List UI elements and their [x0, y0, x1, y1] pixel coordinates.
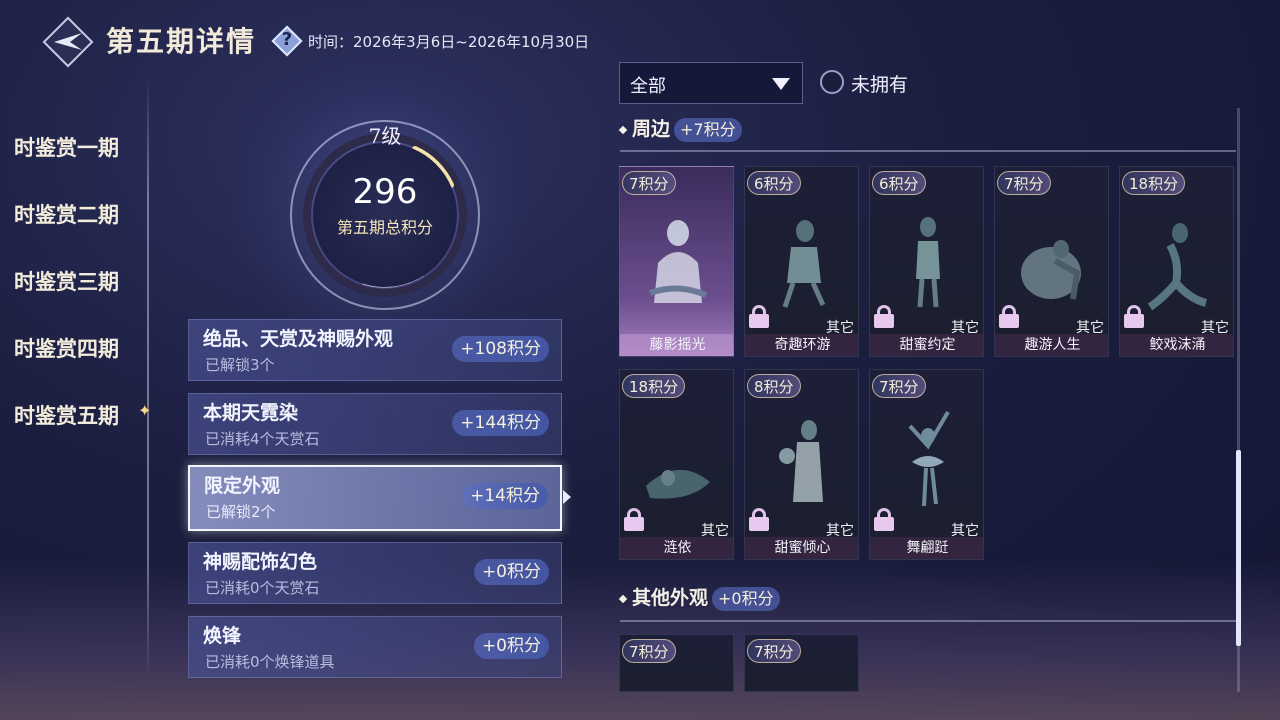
dropdown-caret-icon	[772, 78, 790, 90]
character-figure-icon	[648, 220, 708, 303]
item-card[interactable]: 6积分 其它 甜蜜约定	[869, 166, 984, 357]
nav-item-period-4[interactable]: 时鉴赏四期	[14, 333, 119, 363]
section-points: +0积分	[712, 587, 780, 611]
dancer-figure-icon	[908, 410, 950, 507]
not-owned-radio[interactable]	[820, 70, 844, 94]
card-name: 藤影摇光	[620, 334, 733, 356]
category-points: +144积分	[452, 410, 549, 436]
filter-value: 全部	[630, 76, 666, 97]
item-card[interactable]: 7积分	[744, 634, 859, 692]
item-card[interactable]: 7积分 其它 舞翩跹	[869, 369, 984, 560]
mermaid-figure-icon	[646, 469, 710, 499]
character-figure-icon	[1021, 240, 1081, 300]
section-points: +7积分	[674, 118, 742, 142]
nav-item-period-2[interactable]: 时鉴赏二期	[14, 199, 119, 229]
card-points: 7积分	[622, 639, 676, 663]
category-item[interactable]: 焕锋 已消耗0个焕锋道具 +0积分	[188, 616, 562, 678]
card-name: 趣游人生	[995, 334, 1108, 356]
category-points: +0积分	[473, 559, 549, 585]
lock-icon	[749, 508, 769, 531]
category-name: 神赐配饰幻色	[203, 551, 318, 573]
lock-icon	[874, 508, 894, 531]
item-card[interactable]: 7积分 其它 趣游人生	[994, 166, 1109, 357]
category-name: 焕锋	[203, 625, 242, 647]
lock-icon	[999, 305, 1019, 328]
category-item[interactable]: 绝品、天赏及神赐外观 已解锁3个 +108积分	[188, 319, 562, 381]
total-score-label: 第五期总积分	[336, 218, 433, 237]
section-divider	[620, 150, 1236, 152]
category-name: 限定外观	[204, 475, 281, 497]
nav-item-period-5[interactable]: 时鉴赏五期	[14, 400, 119, 430]
card-points: 7积分	[997, 171, 1051, 195]
total-score: 296	[352, 172, 418, 212]
scrollbar-thumb[interactable]	[1236, 450, 1241, 646]
card-points: 8积分	[747, 374, 801, 398]
nav-item-period-3[interactable]: 时鉴赏三期	[14, 266, 119, 296]
character-figure-icon	[779, 420, 823, 502]
active-indicator-icon: ✦	[138, 401, 152, 420]
help-button[interactable]: ?	[271, 25, 303, 57]
help-icon: ?	[281, 29, 293, 50]
card-points: 7积分	[622, 171, 676, 195]
page-title: 第五期详情	[106, 25, 257, 58]
item-card[interactable]: 7积分	[619, 634, 734, 692]
not-owned-label[interactable]: 未拥有	[851, 70, 908, 97]
filter-dropdown[interactable]: 全部	[619, 62, 803, 104]
lock-icon	[1124, 305, 1144, 328]
card-name: 奇趣环游	[745, 334, 858, 356]
nav-item-period-1[interactable]: 时鉴赏一期	[14, 132, 119, 162]
card-points: 18积分	[1122, 171, 1186, 195]
item-card-owned[interactable]: 7积分 藤影摇光	[619, 166, 734, 357]
level-label: 7级	[368, 124, 402, 148]
card-name: 鲛戏沫涌	[1120, 334, 1233, 356]
card-points: 18积分	[622, 374, 686, 398]
card-points: 6积分	[747, 171, 801, 195]
card-points: 6积分	[872, 171, 926, 195]
character-figure-icon	[916, 217, 940, 308]
section-title-merch: 周边 +7积分	[618, 114, 742, 142]
category-name: 绝品、天赏及神赐外观	[203, 328, 394, 350]
card-points: 7积分	[747, 639, 801, 663]
category-detail: 已消耗0个焕锋道具	[205, 653, 335, 671]
category-item-selected[interactable]: 限定外观 已解锁2个 +14积分	[188, 465, 562, 531]
lock-icon	[874, 305, 894, 328]
card-points: 7积分	[872, 374, 926, 398]
nav-divider	[147, 78, 149, 678]
item-card[interactable]: 8积分 其它 甜蜜倾心	[744, 369, 859, 560]
lock-icon	[624, 508, 644, 531]
bullet-icon	[618, 125, 628, 135]
category-points: +108积分	[452, 336, 549, 362]
card-name: 甜蜜倾心	[745, 537, 858, 559]
item-card[interactable]: 6积分 其它 奇趣环游	[744, 166, 859, 357]
item-card[interactable]: 18积分 其它 涟依	[619, 369, 734, 560]
item-card[interactable]: 18积分 其它 鲛戏沫涌	[1119, 166, 1234, 357]
category-detail: 已解锁2个	[206, 503, 276, 521]
game-screen: 第五期详情 ? 时间：2026年3月6日~2026年10月30日 时鉴赏一期 时…	[0, 0, 1280, 720]
bullet-icon	[618, 594, 628, 604]
character-figure-icon	[782, 220, 826, 308]
back-arrow-icon	[54, 33, 82, 50]
category-item[interactable]: 本期天霓染 已消耗4个天赏石 +144积分	[188, 393, 562, 455]
card-name: 甜蜜约定	[870, 334, 983, 356]
category-detail: 已消耗4个天赏石	[205, 430, 320, 448]
section-title-text: 周边	[632, 118, 671, 140]
category-name: 本期天霓染	[203, 402, 299, 424]
category-points: +14积分	[462, 483, 548, 509]
mermaid-figure-icon	[1147, 223, 1208, 311]
section-title-text: 其他外观	[632, 587, 709, 609]
category-detail: 已解锁3个	[205, 356, 275, 374]
section-title-other-outfits: 其他外观 +0积分	[618, 583, 780, 611]
card-name: 涟依	[620, 537, 733, 559]
category-points: +0积分	[473, 633, 549, 659]
category-detail: 已消耗0个天赏石	[205, 579, 320, 597]
event-period: 时间：2026年3月6日~2026年10月30日	[308, 33, 590, 51]
category-item[interactable]: 神赐配饰幻色 已消耗0个天赏石 +0积分	[188, 542, 562, 604]
section-divider	[620, 620, 1236, 622]
selected-arrow-icon	[563, 490, 571, 504]
back-button[interactable]	[42, 16, 94, 68]
lock-icon	[749, 305, 769, 328]
card-name: 舞翩跹	[870, 537, 983, 559]
